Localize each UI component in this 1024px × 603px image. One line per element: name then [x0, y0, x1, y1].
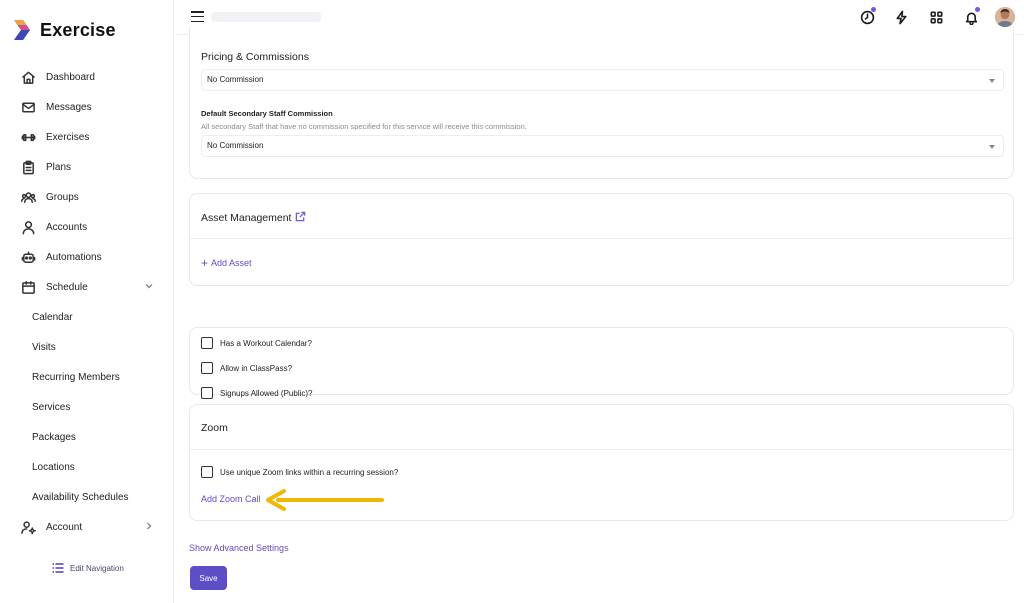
menu-icon[interactable] [191, 11, 204, 23]
annotation-arrow-icon [266, 489, 384, 511]
sidebar-subitem-label: Locations [32, 461, 75, 473]
sidebar-subitem-label: Availability Schedules [32, 491, 129, 503]
unique-zoom-links-option: Use unique Zoom links within a recurring… [201, 466, 398, 478]
app-root: Exercise Dashboard Messages Exercises Pl… [0, 0, 1024, 603]
mail-icon [20, 99, 36, 115]
sidebar-subitem-label: Packages [32, 431, 76, 443]
plus-icon: + [201, 256, 209, 270]
main-content: Pricing & Commissions No Commission Defa… [175, 27, 1024, 603]
sidebar-item-dashboard[interactable]: Dashboard [0, 62, 174, 92]
classpass-label: Allow in ClassPass? [220, 363, 293, 373]
add-zoom-call-link[interactable]: Add Zoom Call [201, 494, 261, 504]
add-asset-label: Add Asset [211, 258, 252, 268]
sidebar-subitem-packages[interactable]: Packages [0, 422, 174, 452]
sidebar-subitem-locations[interactable]: Locations [0, 452, 174, 482]
sidebar-item-exercises[interactable]: Exercises [0, 122, 174, 152]
sidebar-subitem-recurring-members[interactable]: Recurring Members [0, 362, 174, 392]
page-title-placeholder [211, 12, 321, 22]
history-icon[interactable] [858, 7, 876, 26]
card-divider [190, 238, 1013, 239]
sidebar-subitem-label: Recurring Members [32, 371, 120, 383]
chevron-right-icon [144, 521, 154, 531]
sidebar-item-account[interactable]: Account [0, 512, 174, 542]
sidebar-item-label: Schedule [46, 281, 88, 293]
sidebar-item-label: Automations [46, 251, 102, 263]
classpass-checkbox[interactable] [201, 362, 213, 374]
bell-icon[interactable] [962, 7, 980, 26]
list-icon [52, 563, 64, 573]
sidebar-subitem-services[interactable]: Services [0, 392, 174, 422]
classpass-option: Allow in ClassPass? [201, 362, 292, 374]
secondary-commission-select[interactable]: No Commission [201, 135, 1004, 157]
robot-icon [20, 249, 36, 265]
pricing-card-title: Pricing & Commissions [201, 51, 309, 63]
zoom-card-title: Zoom [201, 422, 228, 434]
user-settings-icon [20, 519, 36, 535]
calendar-icon [20, 279, 36, 295]
edit-navigation-button[interactable]: Edit Navigation [52, 563, 124, 573]
lightning-icon[interactable] [892, 8, 910, 26]
public-signups-checkbox[interactable] [201, 387, 213, 399]
service-options-card: Has a Workout Calendar? Allow in ClassPa… [189, 327, 1014, 399]
caret-down-icon [989, 145, 995, 149]
brand-name: Exercise [40, 19, 116, 40]
sidebar-item-label: Exercises [46, 131, 90, 143]
save-button[interactable]: Save [190, 566, 227, 590]
users-icon [20, 189, 36, 205]
home-icon [20, 69, 36, 85]
pricing-commissions-card: Pricing & Commissions No Commission Defa… [189, 27, 1014, 179]
commission-select[interactable]: No Commission [201, 69, 1004, 91]
sidebar-item-groups[interactable]: Groups [0, 182, 174, 212]
public-signups-label: Signups Allowed (Public)? [220, 388, 313, 398]
notification-dot [871, 7, 876, 12]
sidebar-item-automations[interactable]: Automations [0, 242, 174, 272]
sidebar-item-messages[interactable]: Messages [0, 92, 174, 122]
edit-navigation-label: Edit Navigation [70, 563, 124, 573]
dumbbell-icon [20, 129, 36, 145]
sidebar-item-label: Accounts [46, 221, 88, 233]
asset-card-title-text: Asset Management [201, 212, 292, 224]
sidebar-item-label: Plans [46, 161, 72, 173]
caret-down-icon [989, 79, 995, 83]
sidebar-item-label: Account [46, 521, 83, 533]
sidebar-item-label: Groups [46, 191, 79, 203]
brand[interactable]: Exercise [12, 18, 116, 42]
chevron-down-icon [144, 281, 154, 291]
secondary-commission-hint: All secondary Staff that have no commiss… [201, 122, 527, 131]
sidebar-subitem-label: Visits [32, 341, 56, 353]
secondary-commission-select-value: No Commission [207, 141, 264, 150]
brand-logo-icon [14, 20, 30, 40]
secondary-commission-label: Default Secondary Staff Commission [201, 109, 333, 118]
avatar[interactable] [995, 7, 1015, 27]
external-link-icon[interactable] [295, 211, 306, 222]
workout-calendar-option: Has a Workout Calendar? [201, 337, 312, 349]
sidebar-subitem-availability-schedules[interactable]: Availability Schedules [0, 482, 174, 512]
sidebar-item-accounts[interactable]: Accounts [0, 212, 174, 242]
sidebar-subitem-label: Services [32, 401, 71, 413]
workout-calendar-checkbox[interactable] [201, 337, 213, 349]
show-advanced-settings-link[interactable]: Show Advanced Settings [189, 543, 289, 553]
public-signups-option: Signups Allowed (Public)? [201, 387, 313, 399]
sidebar: Exercise Dashboard Messages Exercises Pl… [0, 0, 174, 603]
sidebar-subitem-label: Calendar [32, 311, 73, 323]
user-icon [20, 219, 36, 235]
unique-zoom-links-label: Use unique Zoom links within a recurring… [220, 467, 399, 477]
asset-management-card: Asset Management + Add Asset [189, 193, 1014, 286]
sidebar-item-plans[interactable]: Plans [0, 152, 174, 182]
sidebar-item-label: Dashboard [46, 71, 95, 83]
apps-grid-icon[interactable] [927, 8, 945, 26]
asset-card-title: Asset Management [201, 211, 306, 224]
sidebar-subitem-calendar[interactable]: Calendar [0, 302, 174, 332]
sidebar-subitem-visits[interactable]: Visits [0, 332, 174, 362]
commission-select-value: No Commission [207, 75, 264, 84]
unique-zoom-links-checkbox[interactable] [201, 466, 213, 478]
sidebar-item-label: Messages [46, 101, 92, 113]
workout-calendar-label: Has a Workout Calendar? [220, 338, 312, 348]
clipboard-icon [20, 159, 36, 175]
notification-dot [975, 7, 980, 12]
add-asset-link[interactable]: + Add Asset [201, 256, 252, 270]
card-divider [190, 449, 1013, 450]
sidebar-item-schedule[interactable]: Schedule [0, 272, 174, 302]
